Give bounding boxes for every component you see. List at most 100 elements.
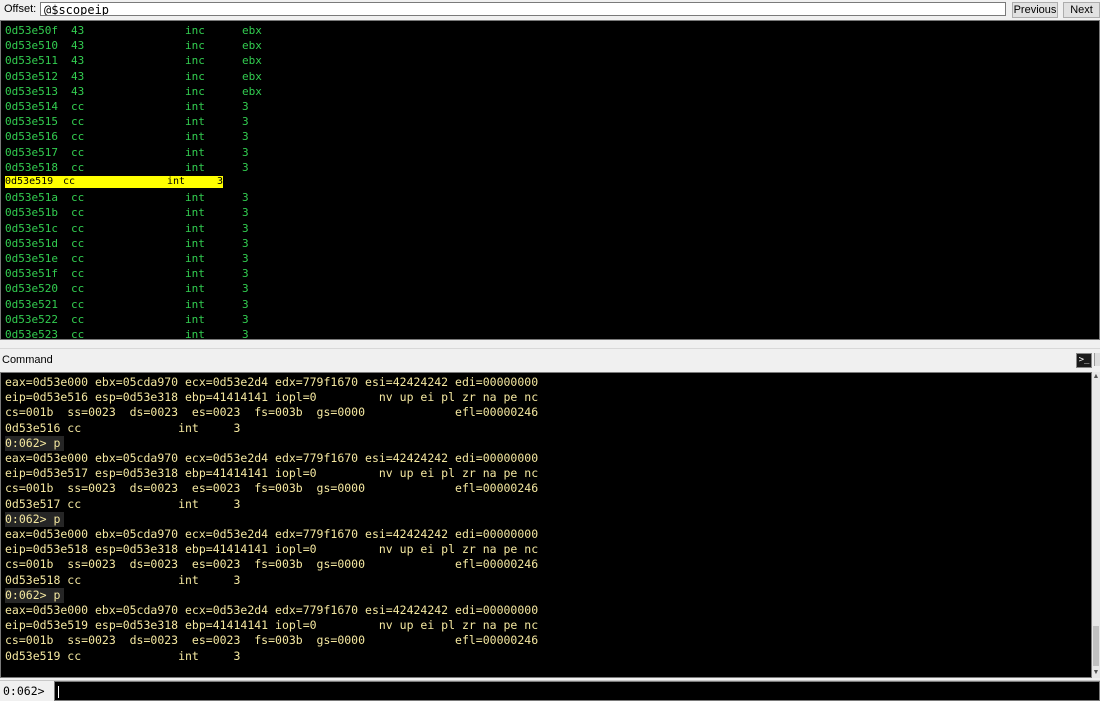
disasm-operand: 3 <box>242 252 249 265</box>
disasm-mnemonic: int <box>185 115 205 129</box>
disasm-bytes: cc <box>71 206 85 220</box>
disasm-address: 0d53e521 <box>5 297 58 311</box>
disasm-operand: 3 <box>242 145 249 159</box>
disasm-mnemonic: int <box>185 328 205 340</box>
command-input[interactable] <box>54 681 1100 701</box>
scroll-up-icon[interactable]: ▲ <box>1092 372 1100 382</box>
disasm-address: 0d53e51d <box>5 236 58 250</box>
command-prompt-line: 0:062> p <box>5 587 65 603</box>
disasm-operand: 3 <box>242 297 249 311</box>
command-output-line: 0d53e519 cc int 3 <box>5 648 241 663</box>
disasm-operand: 3 <box>242 221 249 235</box>
command-scrollbar[interactable]: ▲ ▼ <box>1092 372 1100 678</box>
disasm-bytes: 43 <box>71 69 85 83</box>
disasm-address: 0d53e51e <box>5 252 58 265</box>
disasm-operand: ebx <box>242 54 262 68</box>
disasm-address: 0d53e522 <box>5 312 58 326</box>
console-icon[interactable]: >_ <box>1076 353 1092 368</box>
command-prompt: 0:062> <box>3 684 45 698</box>
pane-splitter[interactable] <box>0 340 1100 348</box>
disasm-mnemonic: int <box>185 130 205 144</box>
command-output-line: eax=0d53e000 ebx=05cda970 ecx=0d53e2d4 e… <box>5 375 539 389</box>
disasm-address: 0d53e520 <box>5 282 58 296</box>
offset-label: Offset: <box>4 3 37 15</box>
disasm-operand: 3 <box>242 160 249 174</box>
disasm-mnemonic: inc <box>185 69 205 83</box>
offset-input[interactable]: @$scopeip <box>40 2 1006 16</box>
disasm-address: 0d53e517 <box>5 145 58 159</box>
disasm-operand: ebx <box>242 39 262 53</box>
disasm-bytes: cc <box>71 236 85 250</box>
disasm-mnemonic: int <box>185 160 205 174</box>
disasm-bytes: cc <box>71 328 85 340</box>
disasm-mnemonic: int <box>185 236 205 250</box>
command-output-line: cs=001b ss=0023 ds=0023 es=0023 fs=003b … <box>5 405 539 420</box>
disasm-bytes: cc <box>71 100 85 113</box>
command-output-line: eax=0d53e000 ebx=05cda970 ecx=0d53e2d4 e… <box>5 451 539 465</box>
disassembly-pane[interactable]: 0d53e50f 43 inc ebx 0d53e510 43 inc ebx 0d53e511… <box>0 20 1100 340</box>
disasm-operand: 3 <box>242 191 249 205</box>
disasm-address: 0d53e51a <box>5 191 58 205</box>
disasm-operand: 3 <box>242 282 249 296</box>
command-output-line: eip=0d53e516 esp=0d53e318 ebp=41414141 i… <box>5 390 539 405</box>
window-menu-icon[interactable] <box>1094 353 1100 366</box>
disasm-address: 0d53e510 <box>5 39 58 53</box>
disasm-mnemonic: int <box>185 191 205 205</box>
command-output[interactable]: eax=0d53e000 ebx=05cda970 ecx=0d53e2d4 e… <box>0 372 1092 678</box>
command-output-line: eip=0d53e517 esp=0d53e318 ebp=41414141 i… <box>5 466 539 481</box>
disasm-bytes: 43 <box>71 39 85 53</box>
disasm-operand: 3 <box>242 267 249 281</box>
disasm-mnemonic: inc <box>185 39 205 53</box>
disasm-bytes: cc <box>71 191 85 205</box>
disasm-mnemonic: inc <box>185 84 205 98</box>
disasm-mnemonic: int <box>185 267 205 281</box>
scrollbar-thumb[interactable] <box>1093 626 1099 666</box>
disasm-bytes: cc <box>71 297 85 311</box>
disasm-bytes: cc <box>71 267 85 281</box>
disasm-mnemonic: int <box>185 145 205 159</box>
command-output-line: cs=001b ss=0023 ds=0023 es=0023 fs=003b … <box>5 481 539 496</box>
disasm-bytes: cc <box>71 145 85 159</box>
current-instruction-row[interactable]: 0d53e519 cc int 3 <box>5 176 223 188</box>
disasm-operand: 3 <box>242 100 249 113</box>
disasm-bytes: cc <box>71 252 85 265</box>
disasm-mnemonic: int <box>185 312 205 326</box>
disasm-bytes: cc <box>71 282 85 296</box>
previous-button[interactable]: Previous <box>1012 2 1058 18</box>
command-output-line: 0d53e518 cc int 3 <box>5 572 241 587</box>
command-prompt-line: 0:062> p <box>5 511 65 527</box>
disasm-address: 0d53e51c <box>5 221 58 235</box>
scroll-down-icon[interactable]: ▼ <box>1092 668 1100 678</box>
disasm-address: 0d53e512 <box>5 69 58 83</box>
command-title-bar: Command >_ <box>0 348 1100 373</box>
disasm-operand: 3 <box>242 312 249 326</box>
disasm-bytes: cc <box>71 221 85 235</box>
disasm-address: 0d53e515 <box>5 115 58 129</box>
disasm-bytes: 43 <box>71 84 85 98</box>
disasm-address: 0d53e50f <box>5 24 58 37</box>
disasm-bytes: 43 <box>71 24 85 37</box>
disasm-address: 0d53e51b <box>5 206 58 220</box>
disasm-address: 0d53e51f <box>5 267 58 281</box>
disasm-address: 0d53e518 <box>5 160 58 174</box>
disasm-operand: 3 <box>242 130 249 144</box>
disasm-bytes: cc <box>63 176 76 187</box>
command-output-line: 0d53e517 cc int 3 <box>5 496 241 511</box>
command-output-line: 0d53e516 cc int 3 <box>5 420 241 435</box>
disasm-operand: 3 <box>242 115 249 129</box>
disasm-address: 0d53e514 <box>5 100 58 113</box>
disasm-address: 0d53e516 <box>5 130 58 144</box>
disasm-mnemonic: int <box>185 297 205 311</box>
disasm-bytes: cc <box>71 160 85 174</box>
disasm-mnemonic: int <box>185 206 205 220</box>
disasm-mnemonic: inc <box>185 54 205 68</box>
command-output-line: eax=0d53e000 ebx=05cda970 ecx=0d53e2d4 e… <box>5 603 539 617</box>
next-button[interactable]: Next <box>1063 2 1100 18</box>
disasm-address: 0d53e513 <box>5 84 58 98</box>
command-output-line: eax=0d53e000 ebx=05cda970 ecx=0d53e2d4 e… <box>5 527 539 541</box>
disasm-bytes: 43 <box>71 54 85 68</box>
disasm-bytes: cc <box>71 312 85 326</box>
command-output-line: cs=001b ss=0023 ds=0023 es=0023 fs=003b … <box>5 633 539 648</box>
command-title: Command <box>2 354 53 366</box>
disasm-mnemonic: int <box>185 100 205 113</box>
